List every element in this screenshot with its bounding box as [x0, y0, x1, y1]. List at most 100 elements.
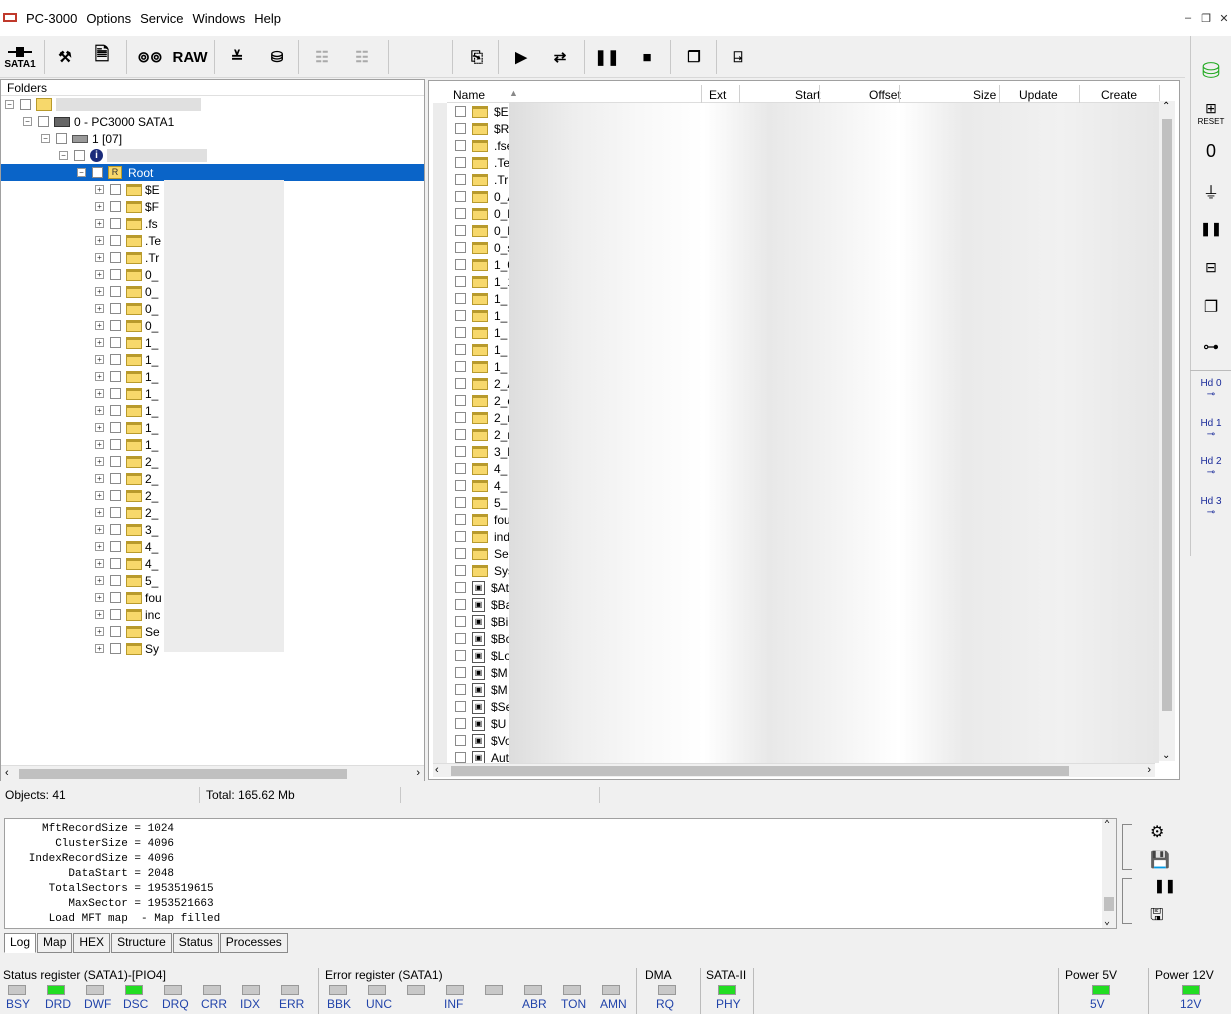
expand-icon[interactable]: + [95, 304, 104, 313]
expand-icon[interactable]: + [95, 185, 104, 194]
tree-folder-row[interactable]: +4_ [95, 555, 158, 572]
tree-folder-row[interactable]: +1_ [95, 368, 158, 385]
tree-folder-row[interactable]: + .Tr [95, 249, 159, 266]
file-row[interactable]: 1_ [455, 341, 507, 358]
scroll-thumb[interactable] [19, 769, 347, 779]
scroll-thumb[interactable] [451, 766, 1069, 776]
expand-icon[interactable]: + [95, 593, 104, 602]
tree-checkbox[interactable] [110, 388, 121, 399]
expand-icon[interactable]: + [95, 202, 104, 211]
file-row[interactable]: 2_n [455, 409, 514, 426]
expand-icon[interactable]: + [95, 508, 104, 517]
row-checkbox[interactable] [455, 174, 466, 185]
tree-folder-row[interactable]: +1_ [95, 402, 158, 419]
row-checkbox[interactable] [455, 582, 466, 593]
expand-icon[interactable]: + [95, 644, 104, 653]
tree-row-volume[interactable]: − i [59, 147, 207, 164]
row-checkbox[interactable] [455, 157, 466, 168]
tree-checkbox[interactable] [110, 405, 121, 416]
file-row[interactable]: ▣ $M [455, 681, 508, 698]
tree-checkbox[interactable] [110, 439, 121, 450]
drive-button[interactable]: ⛁ [262, 40, 292, 74]
scroll-left-icon[interactable]: ‹ [435, 764, 439, 776]
row-checkbox[interactable] [455, 735, 466, 746]
menu-windows[interactable]: Windows [190, 10, 252, 28]
scroll-right-icon[interactable]: › [1147, 764, 1151, 776]
scroll-down-icon[interactable]: ⌄ [1162, 750, 1170, 761]
col-size[interactable]: Size [973, 88, 996, 102]
tab-structure[interactable]: Structure [111, 933, 172, 953]
minimize-button[interactable]: – [1181, 12, 1195, 25]
tree-folder-row[interactable]: + Se [95, 623, 160, 640]
row-checkbox[interactable] [455, 446, 466, 457]
scroll-thumb[interactable] [1162, 119, 1172, 711]
tree-folder-row[interactable]: +1_ [95, 334, 158, 351]
file-row[interactable]: ▣ $Bo [455, 630, 512, 647]
file-row[interactable]: Sea [455, 545, 515, 562]
sort-button[interactable]: ≚ [222, 40, 252, 74]
tree-checkbox[interactable] [110, 490, 121, 501]
tree-checkbox[interactable] [56, 133, 67, 144]
log-vscroll[interactable]: ⌃ ⌄ [1102, 819, 1116, 928]
tree-checkbox[interactable] [110, 575, 121, 586]
file-row[interactable]: $R [455, 120, 509, 137]
row-checkbox[interactable] [455, 480, 466, 491]
expand-icon[interactable]: + [95, 219, 104, 228]
file-row[interactable]: 1_ [455, 307, 507, 324]
expand-icon[interactable]: + [95, 627, 104, 636]
row-checkbox[interactable] [455, 344, 466, 355]
file-row[interactable]: ▣ $Ba [455, 596, 512, 613]
tree-row-top[interactable]: − [5, 96, 201, 113]
tree-checkbox[interactable] [110, 371, 121, 382]
hd2-button[interactable]: Hd 2 ⊸ [1196, 452, 1226, 482]
raw-button[interactable]: RAW [172, 40, 208, 74]
port-button[interactable]: ⊶ [1196, 332, 1226, 362]
col-offset[interactable]: Offset [869, 88, 901, 102]
tree-checkbox[interactable] [110, 592, 121, 603]
tree-checkbox[interactable] [110, 507, 121, 518]
scroll-up-icon[interactable]: ⌃ [1104, 819, 1110, 831]
file-row[interactable]: 0_l [455, 205, 510, 222]
row-checkbox[interactable] [455, 310, 466, 321]
tree-checkbox[interactable] [110, 320, 121, 331]
row-checkbox[interactable] [455, 718, 466, 729]
copy-button[interactable]: ❐ [680, 40, 708, 74]
file-row[interactable]: .Tr [455, 171, 508, 188]
tree-folder-row[interactable]: + .Te [95, 232, 161, 249]
file-row[interactable]: ▣ $Lo [455, 647, 511, 664]
tree-checkbox[interactable] [110, 609, 121, 620]
row-checkbox[interactable] [455, 463, 466, 474]
file-row[interactable]: 0_A [455, 188, 515, 205]
col-ext[interactable]: Ext [709, 88, 726, 102]
file-row[interactable]: ▣ $M [455, 664, 508, 681]
tree-folder-row[interactable]: +2_ [95, 470, 158, 487]
tree-checkbox[interactable] [92, 167, 103, 178]
row-checkbox[interactable] [455, 701, 466, 712]
tree-checkbox[interactable] [110, 286, 121, 297]
row-checkbox[interactable] [455, 361, 466, 372]
file-row[interactable]: .fse [455, 137, 513, 154]
file-row[interactable]: ▣ $Bi [455, 613, 508, 630]
file-row[interactable]: ▣ $U [455, 715, 506, 732]
folder-tree[interactable]: − − 0 - PC3000 SATA1 − 1 [07] − i − R Ro… [1, 96, 424, 764]
row-checkbox[interactable] [455, 208, 466, 219]
row-checkbox[interactable] [455, 191, 466, 202]
menu-help[interactable]: Help [252, 10, 288, 28]
row-checkbox[interactable] [455, 378, 466, 389]
expand-icon[interactable]: + [95, 270, 104, 279]
tree-expand-button[interactable]: ☷ [306, 40, 338, 74]
file-row[interactable]: ▣ $Se [455, 698, 512, 715]
expand-icon[interactable]: + [95, 372, 104, 381]
row-checkbox[interactable] [455, 106, 466, 117]
file-row[interactable]: 1_ [455, 290, 507, 307]
reset-button[interactable]: ⊞ RESET [1196, 98, 1226, 128]
tree-folder-row[interactable]: +0_ [95, 317, 158, 334]
tree-checkbox[interactable] [110, 303, 121, 314]
tree-checkbox[interactable] [110, 541, 121, 552]
row-checkbox[interactable] [455, 616, 466, 627]
tree-checkbox[interactable] [110, 218, 121, 229]
tree-folder-row[interactable]: +0_ [95, 300, 158, 317]
row-checkbox[interactable] [455, 497, 466, 508]
tree-checkbox[interactable] [110, 201, 121, 212]
row-checkbox[interactable] [455, 684, 466, 695]
